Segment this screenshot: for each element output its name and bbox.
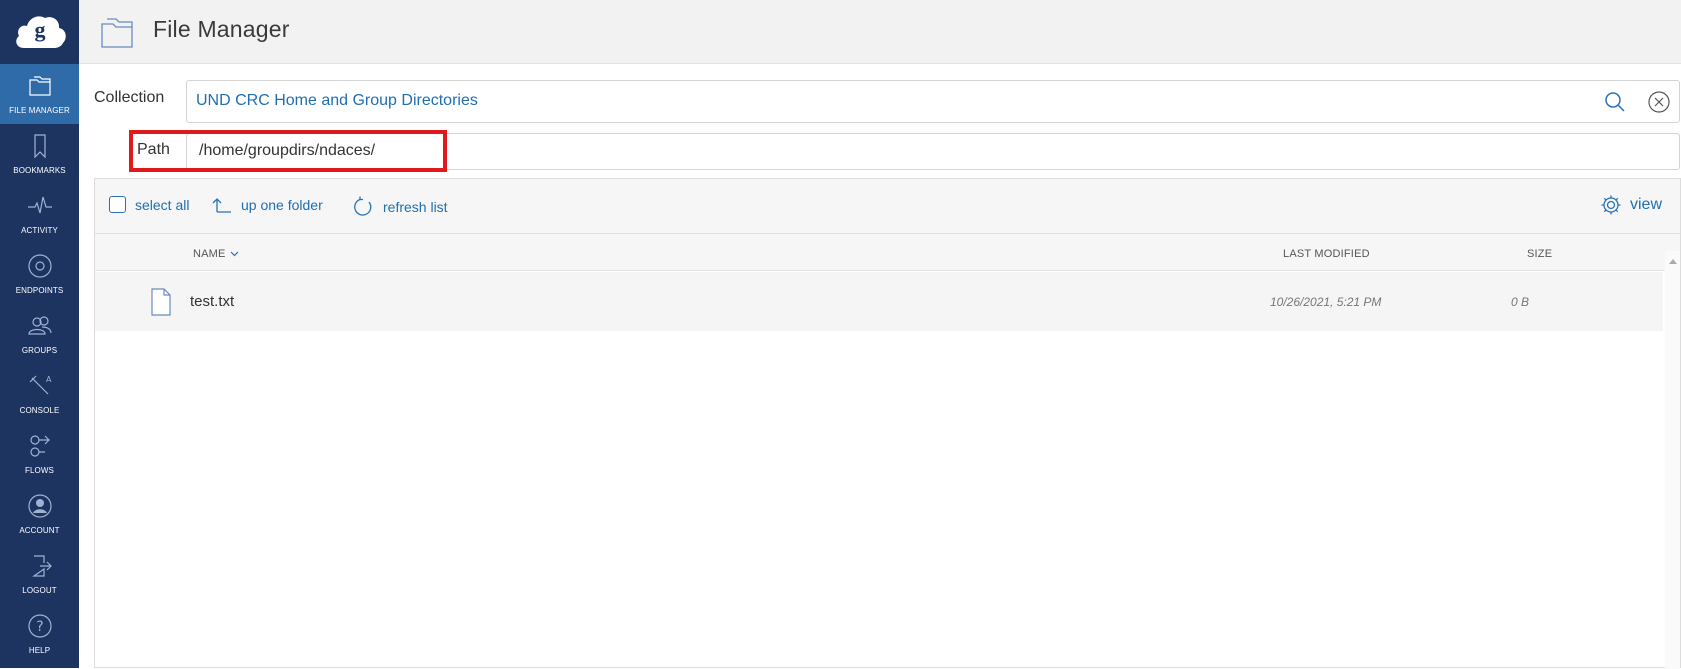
scrollbar[interactable] [1665, 251, 1680, 669]
table-header: NAME LAST MODIFIED SIZE [95, 234, 1680, 271]
path-value[interactable]: /home/groupdirs/ndaces/ [199, 142, 375, 160]
sidebar-item-logout[interactable]: LOGOUT [0, 544, 79, 604]
file-size: 0 B [1511, 295, 1530, 309]
file-toolbar: select all up one folder refresh list vi… [95, 179, 1680, 234]
sidebar-item-file-manager[interactable]: FILE MANAGER [0, 64, 79, 124]
select-all-label: select all [135, 196, 190, 213]
collection-label: Collection [94, 89, 165, 106]
sidebar-item-label: HELP [28, 646, 51, 655]
sidebar-item-label: ENDPOINTS [15, 286, 64, 295]
sidebar: g FILE MANAGER BOOKMARKS ACTIVITY ENDPOI… [0, 0, 79, 668]
path-label: Path [137, 141, 170, 158]
up-one-folder-button[interactable]: up one folder [212, 196, 323, 214]
sidebar-item-flows[interactable]: FLOWS [0, 424, 79, 484]
sidebar-item-label: LOGOUT [22, 586, 57, 595]
sidebar-item-label: GROUPS [21, 346, 58, 355]
endpoints-icon [27, 254, 52, 278]
svg-text:A: A [46, 375, 52, 384]
collection-field[interactable]: UND CRC Home and Group Directories [186, 80, 1680, 123]
account-icon [27, 494, 52, 518]
refresh-icon [354, 196, 372, 216]
path-input[interactable]: /home/groupdirs/ndaces/ [186, 133, 1680, 170]
groups-icon [27, 316, 52, 335]
view-label: view [1629, 196, 1662, 213]
page-header: File Manager [79, 0, 1681, 64]
bookmark-icon [33, 134, 46, 159]
console-icon: A [29, 375, 52, 395]
sidebar-item-label: BOOKMARKS [13, 166, 66, 175]
gear-icon [1601, 195, 1621, 215]
collection-value[interactable]: UND CRC Home and Group Directories [196, 92, 478, 110]
help-icon: ? [27, 614, 52, 638]
logout-icon [31, 555, 52, 577]
sidebar-item-label: ACCOUNT [19, 526, 60, 535]
file-last-modified: 10/26/2021, 5:21 PM [1270, 295, 1382, 309]
sidebar-item-account[interactable]: ACCOUNT [0, 484, 79, 544]
refresh-list-button[interactable]: refresh list [352, 196, 448, 218]
sidebar-item-endpoints[interactable]: ENDPOINTS [0, 244, 79, 304]
sidebar-item-activity[interactable]: ACTIVITY [0, 184, 79, 244]
table-row[interactable]: test.txt 10/26/2021, 5:21 PM 0 B [95, 272, 1663, 331]
select-all-button[interactable]: select all [109, 196, 189, 213]
svg-text:g: g [34, 17, 45, 42]
sidebar-item-groups[interactable]: GROUPS [0, 304, 79, 364]
sidebar-item-label: CONSOLE [19, 406, 60, 415]
activity-icon [27, 196, 52, 214]
sidebar-item-help[interactable]: ? HELP [0, 604, 79, 664]
column-header-name[interactable]: NAME [193, 248, 239, 260]
sidebar-item-label: FLOWS [25, 466, 54, 475]
file-panel: select all up one folder refresh list vi… [94, 178, 1681, 669]
folder-icon [28, 76, 51, 96]
column-header-size[interactable]: SIZE [1527, 248, 1552, 260]
chevron-down-icon [230, 251, 239, 257]
file-name: test.txt [190, 293, 235, 310]
checkbox-icon[interactable] [109, 196, 126, 213]
page-title: File Manager [153, 16, 290, 42]
column-header-last-modified[interactable]: LAST MODIFIED [1283, 248, 1370, 260]
scroll-up-icon[interactable] [1669, 259, 1677, 264]
refresh-list-label: refresh list [383, 199, 448, 215]
column-name-label: NAME [193, 248, 226, 260]
search-icon[interactable] [1603, 90, 1627, 114]
svg-text:?: ? [36, 619, 43, 635]
up-folder-icon [212, 198, 231, 213]
folder-icon [101, 18, 133, 48]
globus-logo-icon[interactable]: g [0, 0, 79, 64]
file-icon [151, 288, 171, 316]
sidebar-item-label: FILE MANAGER [9, 106, 70, 115]
up-one-folder-label: up one folder [241, 197, 323, 213]
sidebar-item-bookmarks[interactable]: BOOKMARKS [0, 124, 79, 184]
sidebar-item-label: ACTIVITY [21, 226, 58, 235]
flows-icon [29, 435, 50, 457]
sidebar-item-console[interactable]: A CONSOLE [0, 364, 79, 424]
close-icon[interactable] [1648, 91, 1670, 113]
view-button[interactable]: view [1600, 194, 1662, 216]
